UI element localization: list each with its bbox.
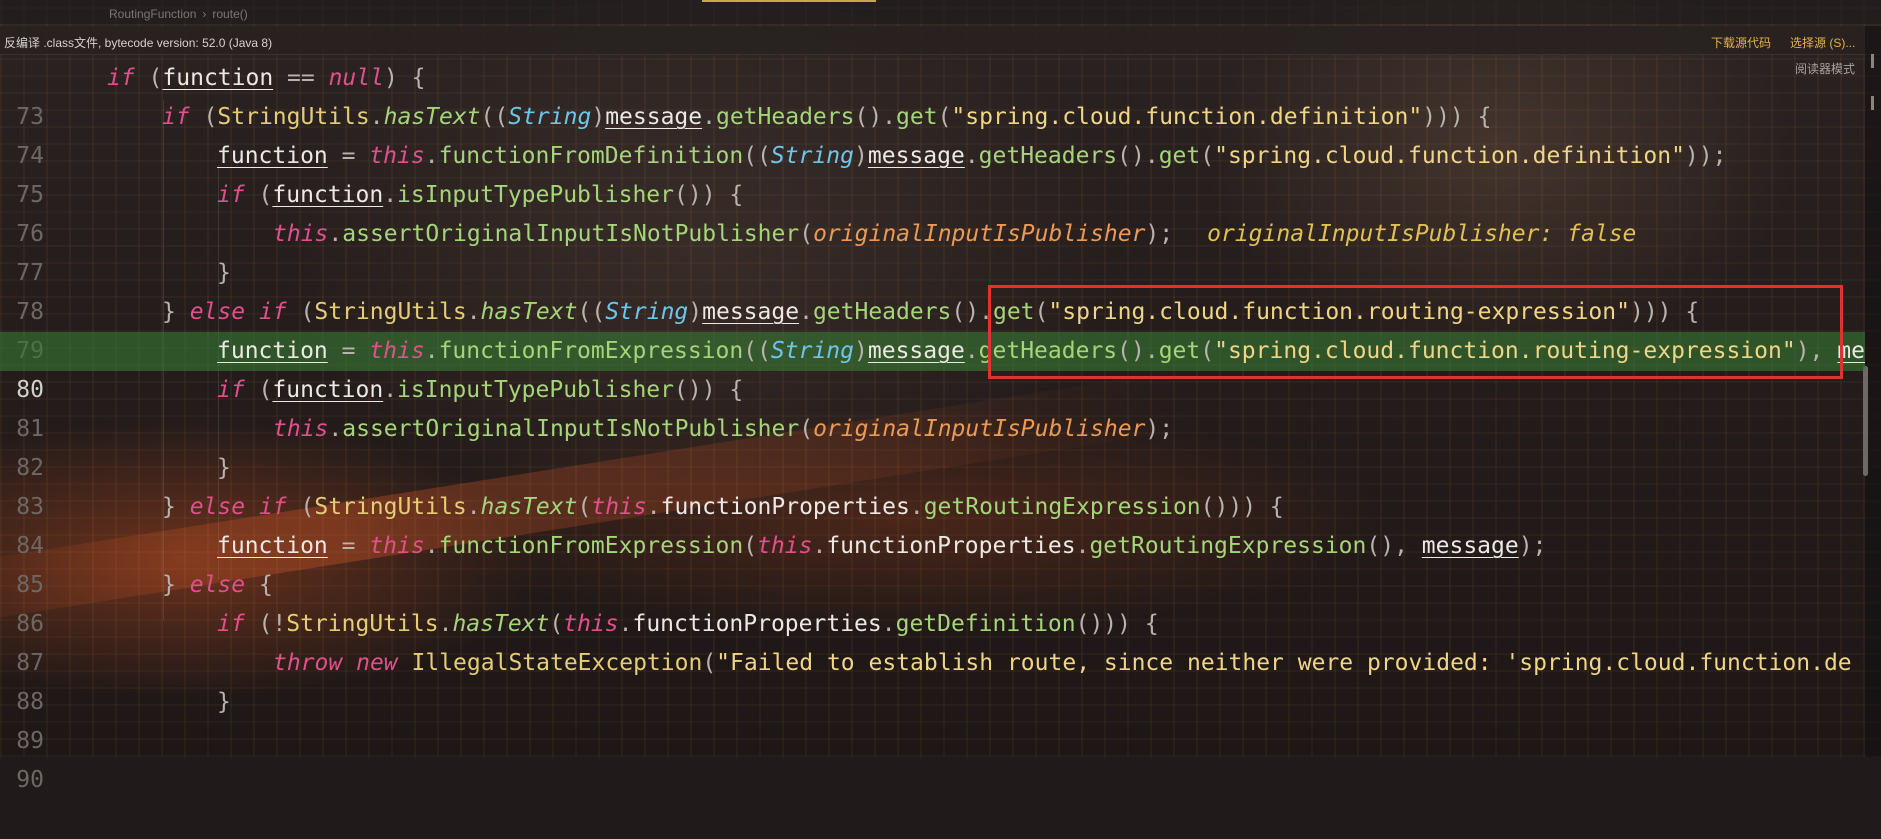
editor-breadcrumb-bar: RoutingFunction › route() bbox=[0, 0, 1881, 24]
code-line: 76 if (function.isInputTypePublisher()) … bbox=[0, 176, 1865, 247]
code-line: 77 this.assertOriginalInputIsNotPublishe… bbox=[0, 215, 1865, 286]
code-text: } bbox=[217, 689, 231, 715]
line-number: 90 bbox=[16, 767, 44, 793]
breadcrumb-separator-icon: › bbox=[202, 7, 207, 21]
code-text: if (function.isInputTypePublisher()) { bbox=[217, 182, 744, 208]
code-text: if (!StringUtils.hasText(this.functionPr… bbox=[217, 611, 1159, 637]
code-text: if (function == null) { bbox=[107, 65, 426, 91]
tool-window-icon[interactable] bbox=[1871, 96, 1874, 110]
code-line: 82 this.assertOriginalInputIsNotPublishe… bbox=[0, 410, 1865, 481]
code-text: throw new IllegalStateException("Failed … bbox=[273, 650, 1852, 676]
code-line: 90 bbox=[0, 722, 1865, 793]
code-text: if (StringUtils.hasText((String)message.… bbox=[162, 104, 1492, 130]
code-line: 87 if (!StringUtils.hasText(this.functio… bbox=[0, 605, 1865, 676]
code-text: this.assertOriginalInputIsNotPublisher(o… bbox=[273, 416, 1174, 442]
code-line: 83 } bbox=[0, 449, 1865, 520]
code-line: 84 } else if (StringUtils.hasText(this.f… bbox=[0, 488, 1865, 559]
code-text: this.assertOriginalInputIsNotPublisher(o… bbox=[273, 221, 1637, 247]
code-line: 89 } bbox=[0, 683, 1865, 754]
code-editor[interactable]: 73 if (function == null) { 74 if (String… bbox=[0, 59, 1865, 793]
code-line: 85 function = this.functionFromExpressio… bbox=[0, 527, 1865, 598]
tool-window-icon[interactable] bbox=[1871, 54, 1874, 68]
breadcrumb-class[interactable]: RoutingFunction bbox=[109, 7, 196, 21]
annotation-highlight-box bbox=[988, 285, 1843, 379]
decompiled-class-banner: 反编译 .class文件, bytecode version: 52.0 (Ja… bbox=[0, 26, 1881, 55]
breadcrumb: RoutingFunction › route() bbox=[109, 7, 248, 21]
choose-sources-link[interactable]: 选择源 (S)... bbox=[1790, 34, 1855, 51]
code-line: 73 if (function == null) { bbox=[0, 59, 1865, 130]
code-text: } else { bbox=[162, 572, 273, 598]
code-text: } else if (StringUtils.hasText(this.func… bbox=[162, 494, 1284, 520]
code-line: 75 function = this.functionFromDefinitio… bbox=[0, 137, 1865, 208]
code-line: 74 if (StringUtils.hasText((String)messa… bbox=[0, 98, 1865, 169]
breadcrumb-method[interactable]: route() bbox=[212, 7, 247, 21]
code-text: function = this.functionFromDefinition((… bbox=[217, 143, 1727, 169]
code-text: } bbox=[217, 260, 231, 286]
code-text: } bbox=[217, 455, 231, 481]
download-sources-link[interactable]: 下载源代码 bbox=[1711, 34, 1771, 51]
code-text: if (function.isInputTypePublisher()) { bbox=[217, 377, 744, 403]
inline-debug-value-hint: originalInputIsPublisher: false bbox=[1207, 221, 1637, 247]
code-text: function = this.functionFromExpression(t… bbox=[217, 533, 1547, 559]
code-line: 88 throw new IllegalStateException("Fail… bbox=[0, 644, 1865, 715]
code-line: 86 } else { bbox=[0, 566, 1865, 637]
active-tab-indicator bbox=[702, 0, 876, 2]
banner-info-text: 反编译 .class文件, bytecode version: 52.0 (Ja… bbox=[4, 36, 273, 50]
